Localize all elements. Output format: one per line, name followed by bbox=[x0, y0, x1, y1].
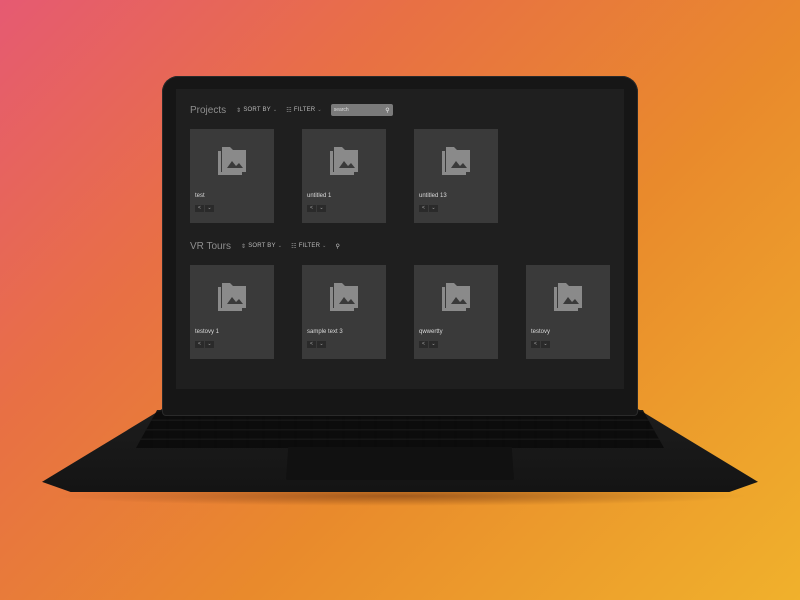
projects-search-input[interactable]: search ⚲ bbox=[330, 104, 393, 116]
card-actions: < ⌄ bbox=[531, 341, 551, 348]
tour-card[interactable]: testovy 1 < ⌄ bbox=[190, 265, 274, 359]
projects-title: Projects bbox=[190, 104, 227, 116]
image-folder-icon bbox=[218, 147, 246, 175]
filter-label: FILTER bbox=[298, 243, 321, 249]
vr-tours-grid: testovy 1 < ⌄ sample text 3 < ⌄ qwwertty… bbox=[190, 265, 624, 359]
share-icon[interactable]: < bbox=[419, 205, 428, 212]
card-title: testovy 1 bbox=[195, 329, 220, 335]
projects-sort-button[interactable]: ⇕ SORT BY ⌄ bbox=[236, 107, 277, 114]
chevron-down-icon[interactable]: ⌄ bbox=[541, 341, 550, 348]
card-title: qwwertty bbox=[419, 329, 443, 335]
chevron-down-icon[interactable]: ⌄ bbox=[317, 205, 326, 212]
image-folder-icon bbox=[554, 283, 582, 311]
chevron-down-icon[interactable]: ⌄ bbox=[317, 341, 326, 348]
share-icon[interactable]: < bbox=[307, 341, 316, 348]
vr-tours-section: VR Tours ⇕ SORT BY ⌄ ☷ FILTER ⌄ ⚲ testov… bbox=[190, 239, 620, 359]
image-folder-icon bbox=[442, 147, 470, 175]
project-card[interactable]: untitled 1 < ⌄ bbox=[302, 129, 386, 223]
share-icon[interactable]: < bbox=[419, 341, 428, 348]
project-card[interactable]: test < ⌄ bbox=[190, 129, 274, 223]
search-icon[interactable]: ⚲ bbox=[336, 243, 340, 250]
vr-tours-sort-button[interactable]: ⇕ SORT BY ⌄ bbox=[241, 243, 282, 250]
share-icon[interactable]: < bbox=[195, 205, 204, 212]
share-icon[interactable]: < bbox=[195, 341, 204, 348]
card-title: untitled 1 bbox=[307, 193, 332, 199]
sort-icon: ⇕ bbox=[240, 243, 247, 250]
tour-card[interactable]: testovy < ⌄ bbox=[526, 265, 610, 359]
chevron-down-icon: ⌄ bbox=[322, 243, 327, 249]
card-actions: < ⌄ bbox=[195, 205, 215, 212]
image-folder-icon bbox=[218, 283, 246, 311]
image-folder-icon bbox=[442, 283, 470, 311]
image-folder-icon bbox=[330, 147, 358, 175]
chevron-down-icon: ⌄ bbox=[277, 243, 283, 249]
image-folder-icon bbox=[330, 283, 358, 311]
card-title: test bbox=[195, 193, 205, 199]
chevron-down-icon[interactable]: ⌄ bbox=[429, 341, 438, 348]
projects-header: Projects ⇕ SORT BY ⌄ ☷ FILTER ⌄ search ⚲ bbox=[190, 103, 620, 117]
card-title: testovy bbox=[531, 329, 551, 335]
chevron-down-icon: ⌄ bbox=[317, 107, 322, 113]
card-actions: < ⌄ bbox=[307, 205, 327, 212]
card-actions: < ⌄ bbox=[419, 341, 439, 348]
tour-card[interactable]: sample text 3 < ⌄ bbox=[302, 265, 386, 359]
project-card[interactable]: untitled 13 < ⌄ bbox=[414, 129, 498, 223]
tour-card[interactable]: qwwertty < ⌄ bbox=[414, 265, 498, 359]
card-actions: < ⌄ bbox=[419, 205, 439, 212]
chevron-down-icon[interactable]: ⌄ bbox=[205, 341, 214, 348]
laptop-screen: Projects ⇕ SORT BY ⌄ ☷ FILTER ⌄ search ⚲ bbox=[176, 89, 624, 389]
vr-tours-header: VR Tours ⇕ SORT BY ⌄ ☷ FILTER ⌄ ⚲ bbox=[190, 239, 620, 253]
projects-filter-button[interactable]: ☷ FILTER ⌄ bbox=[286, 107, 321, 114]
sort-label: SORT BY bbox=[243, 107, 271, 113]
card-actions: < ⌄ bbox=[307, 341, 327, 348]
filter-label: FILTER bbox=[293, 107, 316, 113]
sort-label: SORT BY bbox=[248, 243, 276, 249]
vr-tours-filter-button[interactable]: ☷ FILTER ⌄ bbox=[291, 243, 326, 250]
search-placeholder: search bbox=[333, 107, 349, 113]
chevron-down-icon[interactable]: ⌄ bbox=[429, 205, 438, 212]
filter-icon: ☷ bbox=[291, 243, 297, 250]
share-icon[interactable]: < bbox=[531, 341, 540, 348]
projects-grid: test < ⌄ untitled 1 < ⌄ untitled 13 < ⌄ bbox=[190, 129, 624, 223]
card-title: sample text 3 bbox=[307, 329, 343, 335]
chevron-down-icon: ⌄ bbox=[272, 107, 278, 113]
share-icon[interactable]: < bbox=[307, 205, 316, 212]
projects-section: Projects ⇕ SORT BY ⌄ ☷ FILTER ⌄ search ⚲ bbox=[190, 103, 620, 223]
filter-icon: ☷ bbox=[286, 107, 292, 114]
sort-icon: ⇕ bbox=[236, 107, 242, 114]
chevron-down-icon[interactable]: ⌄ bbox=[205, 205, 214, 212]
search-icon: ⚲ bbox=[385, 107, 390, 114]
vr-tours-title: VR Tours bbox=[190, 240, 231, 252]
card-actions: < ⌄ bbox=[195, 341, 215, 348]
touchpad bbox=[286, 447, 514, 480]
card-title: untitled 13 bbox=[419, 193, 447, 199]
